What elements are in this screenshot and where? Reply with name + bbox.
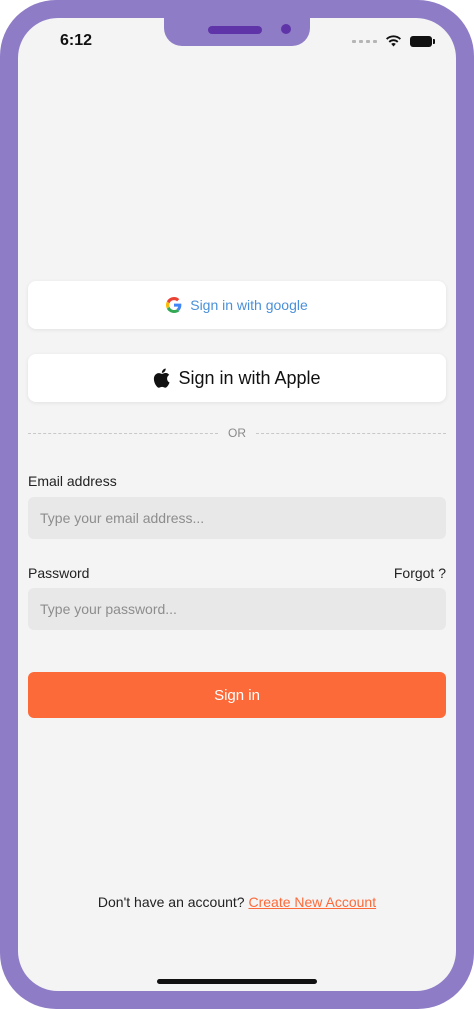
apple-signin-label: Sign in with Apple [178,367,321,388]
speaker-grille [208,26,262,34]
google-g-icon [166,297,182,313]
home-indicator[interactable] [157,979,317,984]
create-account-link[interactable]: Create New Account [248,894,376,910]
divider-or-text: OR [228,426,246,440]
forgot-password-link[interactable]: Forgot ? [394,565,446,581]
email-label: Email address [28,473,117,489]
divider-line-left [28,432,218,434]
phone-frame: 6:12 Sign in with google Sign in with Ap… [0,0,474,1009]
password-input[interactable] [28,588,446,630]
front-camera [281,24,291,34]
status-icons [352,35,435,47]
status-time: 6:12 [60,32,93,49]
google-signin-button[interactable]: Sign in with google [28,281,446,329]
cellular-signal-icon [352,39,377,43]
apple-signin-button[interactable]: Sign in with Apple [28,354,446,402]
signup-prompt: Don't have an account? [97,894,245,910]
device-notch [164,18,310,46]
battery-icon [410,35,435,47]
email-input[interactable] [28,497,446,539]
app-screen: 6:12 Sign in with google Sign in with Ap… [18,18,456,991]
google-signin-label: Sign in with google [190,297,308,313]
divider-line-right [256,432,446,434]
signup-footer: Don't have an account? Create New Accoun… [18,894,456,910]
or-divider: OR [28,424,446,442]
password-label: Password [28,565,90,581]
sign-in-button[interactable]: Sign in [28,672,446,718]
apple-logo-icon [154,368,170,388]
wifi-icon [386,35,401,47]
